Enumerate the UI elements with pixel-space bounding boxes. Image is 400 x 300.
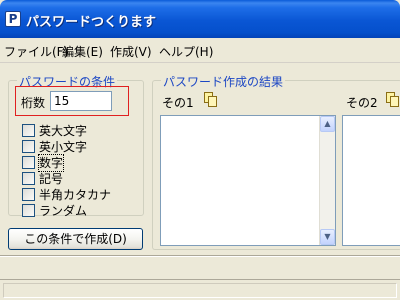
checkbox-label: 半角カタカナ — [39, 188, 112, 202]
menu-create[interactable]: 作成(V) — [110, 43, 152, 60]
result-list-2[interactable] — [342, 115, 400, 246]
menu-file[interactable]: ファイル(F) — [4, 43, 68, 60]
status-panel — [3, 283, 397, 298]
window-title: パスワードつくります — [26, 15, 157, 30]
checkbox-label: 英小文字 — [39, 140, 88, 154]
checkbox-box[interactable] — [22, 172, 35, 185]
status-bar — [0, 279, 400, 300]
menu-bar: ファイル(F) 編集(E) 作成(V) ヘルプ(H) — [0, 38, 400, 63]
checkbox-label: 数字 — [37, 154, 65, 172]
digits-input[interactable] — [50, 91, 112, 111]
copy-icon[interactable] — [204, 92, 218, 108]
result-col2-label: その2 — [346, 96, 378, 110]
results-group-title: パスワード作成の結果 — [161, 73, 286, 90]
main-panel: パスワードの条件 桁数 英大文字 英小文字 数字 記号 半角カタカナ ランダム … — [0, 63, 400, 300]
divider — [0, 255, 400, 257]
title-bar[interactable]: P パスワードつくります — [0, 0, 400, 38]
result-col1-label: その1 — [162, 96, 194, 110]
result-list-1[interactable]: ▲ ▼ — [160, 115, 336, 246]
checkbox-box[interactable] — [22, 188, 35, 201]
menu-edit[interactable]: 編集(E) — [62, 43, 103, 60]
checkbox-box[interactable] — [22, 124, 35, 137]
checkbox-box[interactable] — [22, 140, 35, 153]
checkbox-box[interactable] — [22, 156, 35, 169]
checkbox-label: 英大文字 — [39, 124, 88, 138]
checkbox-label: ランダム — [39, 204, 88, 218]
copy-icon[interactable] — [386, 92, 400, 108]
menu-help[interactable]: ヘルプ(H) — [159, 43, 213, 60]
create-button[interactable]: この条件で作成(D) — [8, 228, 143, 250]
scrollbar[interactable]: ▲ ▼ — [319, 116, 335, 245]
scroll-up-icon[interactable]: ▲ — [320, 116, 335, 132]
app-icon[interactable]: P — [5, 11, 21, 27]
digits-label: 桁数 — [21, 96, 46, 110]
checkbox-box[interactable] — [22, 204, 35, 217]
scroll-down-icon[interactable]: ▼ — [320, 229, 335, 245]
checkbox-label: 記号 — [39, 172, 64, 186]
